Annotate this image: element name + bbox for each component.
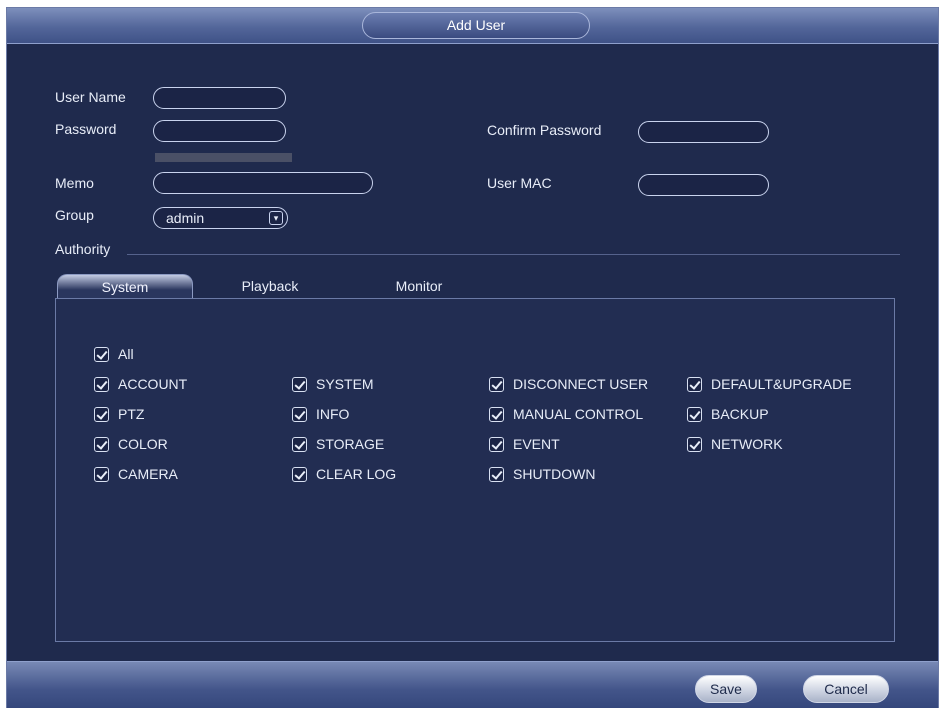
permission-label: CLEAR LOG <box>316 466 397 482</box>
permission-all-checkbox[interactable]: All <box>94 346 134 362</box>
permission-manual-control-checkbox[interactable]: MANUAL CONTROL <box>489 406 643 422</box>
dialog-footer: Save Cancel <box>7 661 938 708</box>
permission-label: INFO <box>316 406 350 422</box>
password-label: Password <box>55 121 117 137</box>
permission-network-checkbox[interactable]: NETWORK <box>687 436 783 452</box>
permission-label: SYSTEM <box>316 376 374 392</box>
permission-info-checkbox[interactable]: INFO <box>292 406 349 422</box>
cancel-button[interactable]: Cancel <box>803 675 889 703</box>
checkbox-checked-icon <box>687 436 702 452</box>
checkbox-checked-icon <box>292 376 307 392</box>
user-name-label: User Name <box>55 89 126 105</box>
permission-label: DEFAULT&UPGRADE <box>711 376 852 392</box>
memo-input[interactable] <box>153 172 373 194</box>
authority-divider <box>127 254 900 255</box>
permission-label: CAMERA <box>118 466 178 482</box>
permission-label: All <box>118 346 134 362</box>
permissions-panel: All ACCOUNT PTZ COLOR CAMERA SYSTEM INFO <box>55 298 895 642</box>
memo-label: Memo <box>55 175 94 191</box>
user-mac-input[interactable] <box>638 174 769 196</box>
permission-shutdown-checkbox[interactable]: SHUTDOWN <box>489 466 595 482</box>
checkbox-checked-icon <box>94 346 109 362</box>
checkbox-checked-icon <box>292 436 307 452</box>
group-select[interactable]: admin ▾ <box>153 207 288 229</box>
permission-camera-checkbox[interactable]: CAMERA <box>94 466 178 482</box>
checkbox-checked-icon <box>292 466 307 482</box>
permission-label: NETWORK <box>711 436 783 452</box>
tab-monitor[interactable]: Monitor <box>369 274 469 300</box>
add-user-dialog: Add User User Name Password Confirm Pass… <box>6 7 939 708</box>
tab-playback[interactable]: Playback <box>217 274 323 300</box>
save-button[interactable]: Save <box>695 675 757 703</box>
permission-system-checkbox[interactable]: SYSTEM <box>292 376 374 392</box>
permission-default-upgrade-checkbox[interactable]: DEFAULT&UPGRADE <box>687 376 852 392</box>
checkbox-checked-icon <box>94 406 109 422</box>
tab-system-label: System <box>101 279 149 295</box>
permission-label: BACKUP <box>711 406 769 422</box>
checkbox-checked-icon <box>687 406 702 422</box>
password-input[interactable] <box>153 120 286 142</box>
permission-backup-checkbox[interactable]: BACKUP <box>687 406 769 422</box>
permission-storage-checkbox[interactable]: STORAGE <box>292 436 384 452</box>
confirm-password-label: Confirm Password <box>487 122 602 138</box>
chevron-down-icon[interactable]: ▾ <box>269 211 283 225</box>
tab-system[interactable]: System <box>57 274 193 300</box>
checkbox-checked-icon <box>94 376 109 392</box>
checkbox-checked-icon <box>489 436 504 452</box>
checkbox-checked-icon <box>687 376 702 392</box>
permission-label: DISCONNECT USER <box>513 376 649 392</box>
group-select-value: admin <box>166 210 205 226</box>
authority-label: Authority <box>55 241 111 257</box>
permission-clear-log-checkbox[interactable]: CLEAR LOG <box>292 466 396 482</box>
permission-disconnect-user-checkbox[interactable]: DISCONNECT USER <box>489 376 648 392</box>
permission-label: COLOR <box>118 436 168 452</box>
title-bar: Add User <box>7 8 938 44</box>
password-strength-bar <box>155 153 292 162</box>
user-mac-label: User MAC <box>487 175 552 191</box>
permission-label: MANUAL CONTROL <box>513 406 644 422</box>
permission-label: ACCOUNT <box>118 376 188 392</box>
permission-event-checkbox[interactable]: EVENT <box>489 436 560 452</box>
checkbox-checked-icon <box>292 406 307 422</box>
permission-label: STORAGE <box>316 436 385 452</box>
checkbox-checked-icon <box>489 466 504 482</box>
permission-label: SHUTDOWN <box>513 466 596 482</box>
checkbox-checked-icon <box>489 376 504 392</box>
permission-account-checkbox[interactable]: ACCOUNT <box>94 376 187 392</box>
user-name-input[interactable] <box>153 87 286 109</box>
permission-ptz-checkbox[interactable]: PTZ <box>94 406 144 422</box>
group-label: Group <box>55 207 94 223</box>
permission-color-checkbox[interactable]: COLOR <box>94 436 168 452</box>
confirm-password-input[interactable] <box>638 121 769 143</box>
permission-label: EVENT <box>513 436 560 452</box>
checkbox-checked-icon <box>94 436 109 452</box>
checkbox-checked-icon <box>489 406 504 422</box>
permission-label: PTZ <box>118 406 145 422</box>
tab-playback-label: Playback <box>241 278 299 294</box>
checkbox-checked-icon <box>94 466 109 482</box>
dialog-title: Add User <box>362 12 590 39</box>
tab-monitor-label: Monitor <box>395 278 443 294</box>
